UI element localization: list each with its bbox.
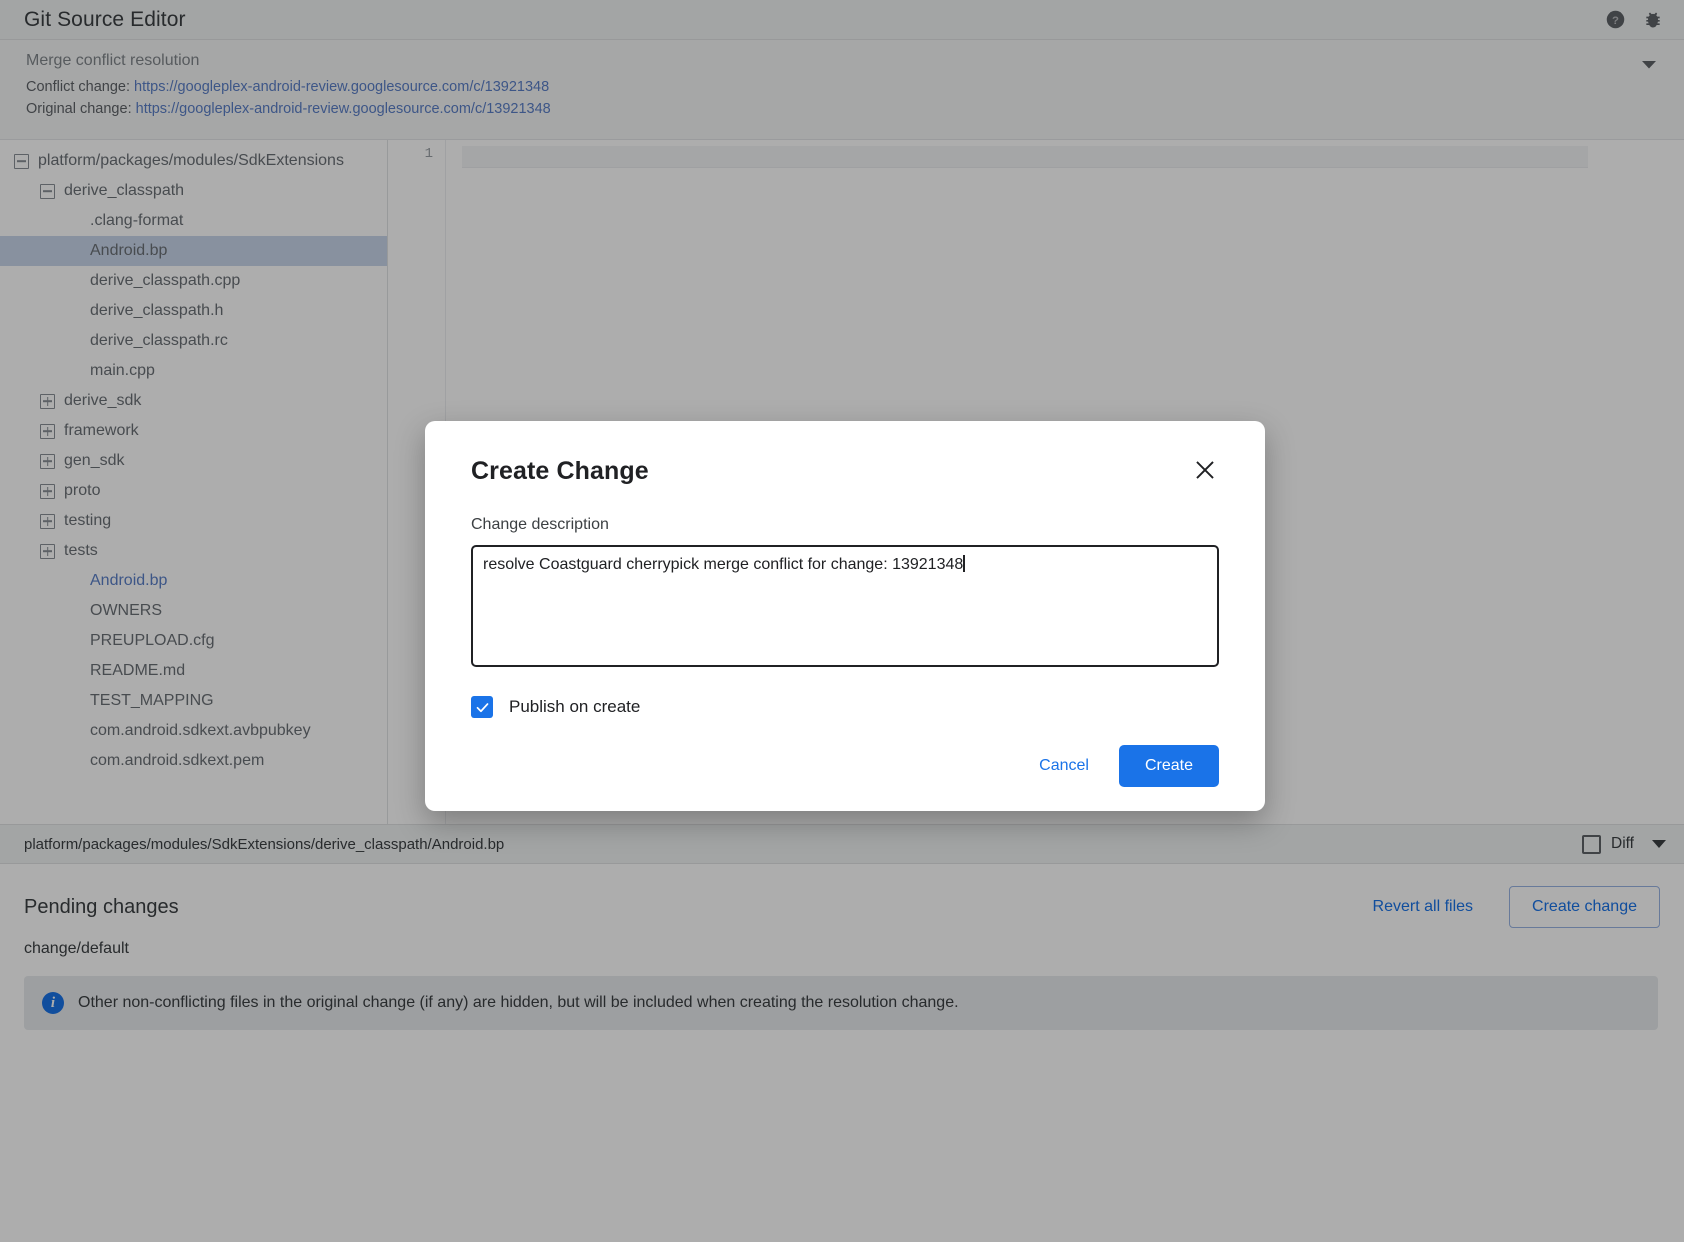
tree-item[interactable]: main.cpp: [0, 356, 387, 386]
tree-item[interactable]: derive_classpath.cpp: [0, 266, 387, 296]
tree-item-label: com.android.sdkext.avbpubkey: [90, 722, 311, 740]
tree-item-label: framework: [64, 422, 139, 440]
diff-label: Diff: [1611, 835, 1634, 853]
info-icon: i: [42, 992, 64, 1014]
tree-item[interactable]: com.android.sdkext.pem: [0, 746, 387, 776]
diff-control-group[interactable]: Diff: [1582, 835, 1666, 854]
tree-item[interactable]: .clang-format: [0, 206, 387, 236]
pending-changes-panel: Pending changes Revert all files Create …: [0, 864, 1684, 1242]
text-caret: [963, 555, 965, 572]
create-button[interactable]: Create: [1119, 745, 1219, 787]
tree-item-label: PREUPLOAD.cfg: [90, 632, 214, 650]
merge-conflict-title: Merge conflict resolution: [26, 52, 1668, 70]
tree-item[interactable]: README.md: [0, 656, 387, 686]
file-path-bar: platform/packages/modules/SdkExtensions/…: [0, 824, 1684, 864]
tree-item-label: gen_sdk: [64, 452, 125, 470]
tree-item[interactable]: derive_sdk: [0, 386, 387, 416]
svg-text:?: ?: [1612, 15, 1619, 27]
original-change-label: Original change:: [26, 101, 132, 117]
original-change-row: Original change: https://googleplex-andr…: [26, 101, 1668, 117]
tree-item-label: derive_classpath.h: [90, 302, 223, 320]
conflict-change-row: Conflict change: https://googleplex-andr…: [26, 79, 1668, 95]
checkbox-checked-icon[interactable]: [471, 696, 493, 718]
page-title: Git Source Editor: [24, 8, 186, 32]
create-change-dialog: Create Change Change description resolve…: [425, 421, 1265, 811]
tree-item-label: com.android.sdkext.pem: [90, 752, 264, 770]
tree-item[interactable]: framework: [0, 416, 387, 446]
branch-name: change/default: [24, 940, 1660, 958]
bug-icon[interactable]: [1636, 3, 1670, 37]
tree-item-label: README.md: [90, 662, 185, 680]
help-circle-icon[interactable]: ?: [1598, 3, 1632, 37]
tree-item-label: platform/packages/modules/SdkExtensions: [38, 152, 344, 170]
tree-item-label: Android.bp: [90, 242, 167, 260]
tree-item[interactable]: TEST_MAPPING: [0, 686, 387, 716]
editor-active-line: [462, 146, 1588, 168]
tree-item[interactable]: OWNERS: [0, 596, 387, 626]
dialog-title: Create Change: [471, 457, 1219, 486]
tree-item[interactable]: derive_classpath.h: [0, 296, 387, 326]
tree-item[interactable]: testing: [0, 506, 387, 536]
tree-item[interactable]: Android.bp: [0, 566, 387, 596]
file-tree[interactable]: platform/packages/modules/SdkExtensions d…: [0, 140, 388, 824]
create-change-button[interactable]: Create change: [1509, 886, 1660, 928]
app-root: Git Source Editor ? Merge conflict resol…: [0, 0, 1684, 1242]
cancel-button[interactable]: Cancel: [1019, 746, 1109, 786]
caret-down-icon[interactable]: [1652, 840, 1666, 848]
info-banner-text: Other non-conflicting files in the origi…: [78, 994, 959, 1012]
collapse-icon[interactable]: [40, 184, 55, 199]
tree-item[interactable]: Android.bp: [0, 236, 387, 266]
app-bar: Git Source Editor ?: [0, 0, 1684, 40]
current-file-path: platform/packages/modules/SdkExtensions/…: [24, 836, 504, 853]
diff-checkbox[interactable]: [1582, 835, 1601, 854]
conflict-change-link[interactable]: https://googleplex-android-review.google…: [134, 79, 549, 95]
tree-item-label: derive_sdk: [64, 392, 141, 410]
pending-changes-title: Pending changes: [24, 896, 179, 919]
tree-item[interactable]: platform/packages/modules/SdkExtensions: [0, 146, 387, 176]
tree-item[interactable]: proto: [0, 476, 387, 506]
info-banner: i Other non-conflicting files in the ori…: [24, 976, 1658, 1030]
tree-item-label: TEST_MAPPING: [90, 692, 214, 710]
line-number: 1: [388, 146, 433, 162]
expand-icon[interactable]: [40, 394, 55, 409]
tree-item-label: Android.bp: [90, 572, 167, 590]
close-icon[interactable]: [1189, 454, 1221, 486]
publish-on-create-row[interactable]: Publish on create: [471, 696, 1219, 718]
change-description-input[interactable]: resolve Coastguard cherrypick merge conf…: [471, 545, 1219, 667]
conflict-change-label: Conflict change:: [26, 79, 130, 95]
pending-changes-header: Pending changes Revert all files Create …: [24, 886, 1660, 928]
expand-icon[interactable]: [40, 544, 55, 559]
collapse-icon[interactable]: [14, 154, 29, 169]
tree-item-label: OWNERS: [90, 602, 162, 620]
chevron-down-icon[interactable]: [1636, 52, 1662, 78]
tree-item[interactable]: gen_sdk: [0, 446, 387, 476]
tree-item-label: proto: [64, 482, 100, 500]
expand-icon[interactable]: [40, 484, 55, 499]
merge-conflict-header: Merge conflict resolution Conflict chang…: [0, 40, 1684, 140]
tree-item-label: derive_classpath.rc: [90, 332, 228, 350]
tree-item-label: derive_classpath.cpp: [90, 272, 240, 290]
change-description-label: Change description: [471, 516, 1219, 534]
tree-item-label: testing: [64, 512, 111, 530]
change-description-value: resolve Coastguard cherrypick merge conf…: [483, 556, 963, 573]
tree-item[interactable]: com.android.sdkext.avbpubkey: [0, 716, 387, 746]
tree-item-label: derive_classpath: [64, 182, 184, 200]
publish-on-create-label: Publish on create: [509, 697, 640, 717]
tree-item[interactable]: PREUPLOAD.cfg: [0, 626, 387, 656]
tree-item[interactable]: derive_classpath.rc: [0, 326, 387, 356]
tree-item[interactable]: tests: [0, 536, 387, 566]
tree-item-label: main.cpp: [90, 362, 155, 380]
tree-item[interactable]: derive_classpath: [0, 176, 387, 206]
expand-icon[interactable]: [40, 514, 55, 529]
tree-item-label: .clang-format: [90, 212, 183, 230]
tree-item-label: tests: [64, 542, 98, 560]
revert-all-files-button[interactable]: Revert all files: [1357, 888, 1489, 926]
expand-icon[interactable]: [40, 424, 55, 439]
expand-icon[interactable]: [40, 454, 55, 469]
original-change-link[interactable]: https://googleplex-android-review.google…: [136, 101, 551, 117]
dialog-actions: Cancel Create: [471, 745, 1219, 787]
